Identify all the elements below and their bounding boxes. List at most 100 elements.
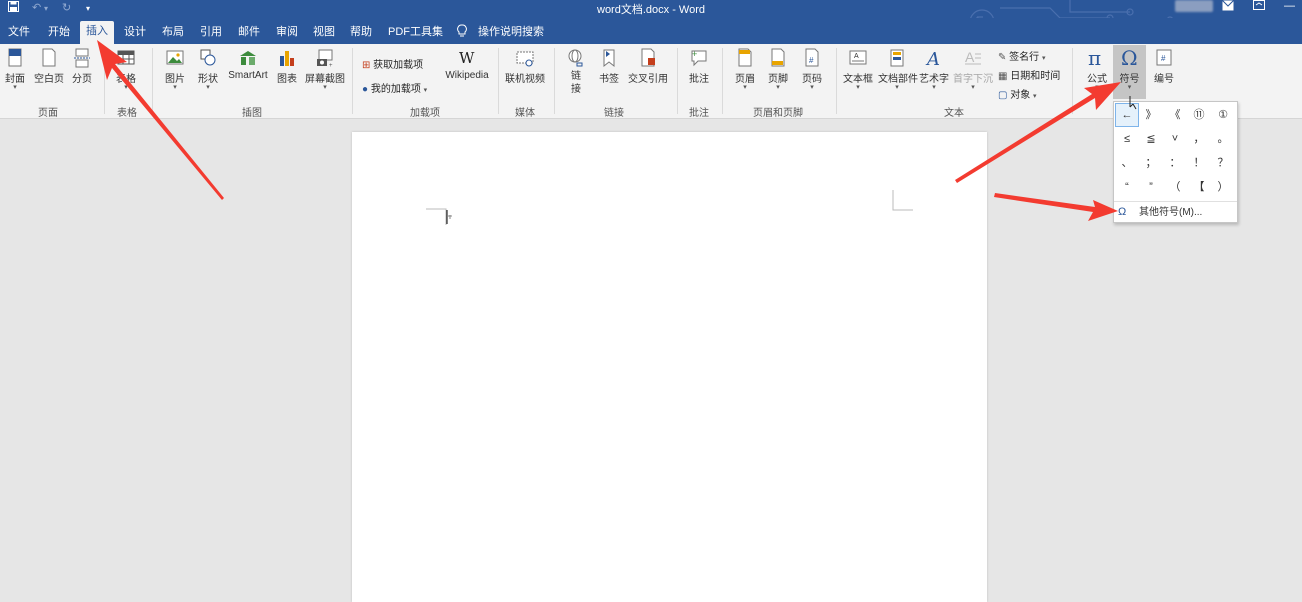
header-button[interactable]: 页眉 ▾ <box>733 48 757 91</box>
symbol-cell[interactable]: ） <box>1212 176 1234 198</box>
feedback-icon[interactable] <box>1222 0 1234 14</box>
document-page[interactable] <box>352 132 987 602</box>
separator <box>554 48 555 114</box>
tab-mailings[interactable]: 邮件 <box>238 22 260 44</box>
symbol-cell[interactable]: ⑪ <box>1188 104 1210 126</box>
separator <box>836 48 837 114</box>
group-label-header-footer: 页眉和页脚 <box>753 108 803 119</box>
tab-help[interactable]: 帮助 <box>350 22 372 44</box>
footer-button[interactable]: 页脚 ▾ <box>766 48 790 91</box>
symbol-cell[interactable]: 《 <box>1164 104 1186 126</box>
blank-page-button[interactable]: 空白页 <box>34 48 64 85</box>
my-addins-button[interactable]: ● 我的加载项 ▾ <box>362 80 427 95</box>
svg-text:A: A <box>925 49 940 68</box>
screenshot-button[interactable]: + 屏幕截图 ▾ <box>304 48 346 91</box>
svg-text:+: + <box>692 49 697 59</box>
symbol-cell[interactable]: 【 <box>1188 176 1210 198</box>
picture-icon <box>166 50 184 65</box>
online-video-button[interactable]: 联机视频 <box>505 48 545 85</box>
tab-view[interactable]: 视图 <box>313 22 335 44</box>
svg-text:π: π <box>1088 48 1101 68</box>
symbol-button[interactable]: Ω 符号 ▾ <box>1115 48 1144 91</box>
drop-cap-icon: A <box>965 49 981 65</box>
signature-line-button[interactable]: ✎ 签名行 ▾ <box>998 48 1045 63</box>
tab-home[interactable]: 开始 <box>48 22 70 44</box>
pi-icon: π <box>1088 48 1101 68</box>
page-number-button[interactable]: # 页码 ▾ <box>800 48 824 91</box>
symbol-cell[interactable]: ① <box>1212 104 1234 126</box>
textbox-button[interactable]: A 文本框 ▾ <box>843 48 873 91</box>
symbol-cell[interactable]: ˅ <box>1164 128 1186 150</box>
symbol-cell[interactable]: ≦ <box>1140 128 1162 150</box>
calendar-icon: ▦ <box>998 71 1008 82</box>
addins-icon: ● <box>362 84 369 95</box>
symbol-cell[interactable]: ！ <box>1188 152 1210 174</box>
symbol-cell[interactable]: “ <box>1116 176 1138 198</box>
svg-text:+: + <box>329 63 333 68</box>
comment-button[interactable]: + 批注 <box>686 48 712 85</box>
comment-icon: + <box>691 49 707 67</box>
get-addins-button[interactable]: ⊞ 获取加载项 <box>362 56 423 71</box>
symbol-cell[interactable]: ？ <box>1212 152 1234 174</box>
cross-reference-button[interactable]: 交叉引用 <box>628 48 668 85</box>
quick-parts-icon <box>890 49 904 67</box>
tab-design[interactable]: 设计 <box>124 22 146 44</box>
cover-page-button[interactable]: 封面 ▾ <box>4 48 26 91</box>
symbol-cell[interactable]: ” <box>1140 176 1162 198</box>
object-dropdown-icon: ▾ <box>1033 93 1037 100</box>
shapes-button[interactable]: 形状 ▾ <box>195 48 221 91</box>
table-icon <box>117 50 135 65</box>
tab-pdf-tools[interactable]: PDF工具集 <box>388 22 443 44</box>
bookmark-button[interactable]: 书签 <box>597 48 621 85</box>
tab-file[interactable]: 文件 <box>8 22 30 44</box>
tell-me-search[interactable]: 操作说明搜索 <box>478 22 544 44</box>
symbol-cell[interactable]: ； <box>1140 152 1162 174</box>
chart-button[interactable]: 图表 <box>275 48 299 85</box>
more-symbols-item[interactable]: Ω 其他符号(M)... <box>1114 201 1237 222</box>
separator <box>677 48 678 114</box>
tab-layout[interactable]: 布局 <box>162 22 184 44</box>
smartart-icon <box>240 51 256 65</box>
signature-dropdown-icon: ▾ <box>1041 55 1046 62</box>
svg-text:W: W <box>459 49 475 67</box>
ribbon-tabs: 文件 开始 插入 设计 布局 引用 邮件 审阅 视图 帮助 PDF工具集 操作说… <box>0 18 1302 44</box>
wordart-button[interactable]: A 艺术字 ▾ <box>919 48 949 91</box>
symbol-cell[interactable]: ≤ <box>1116 128 1138 150</box>
wikipedia-button[interactable]: W Wikipedia <box>444 48 490 81</box>
date-time-button[interactable]: ▦ 日期和时间 <box>998 67 1060 82</box>
bookmark-icon <box>603 49 615 68</box>
video-icon <box>516 51 534 67</box>
tab-references[interactable]: 引用 <box>200 22 222 44</box>
page-number-icon: # <box>805 48 819 67</box>
ribbon-display-options-icon[interactable] <box>1253 0 1265 14</box>
tab-review[interactable]: 审阅 <box>276 22 298 44</box>
object-button[interactable]: ▢ 对象 ▾ <box>998 86 1037 101</box>
minimize-icon[interactable]: — <box>1284 0 1295 12</box>
group-label-text: 文本 <box>944 108 964 119</box>
symbol-cell[interactable]: ， <box>1188 128 1210 150</box>
equation-button[interactable]: π 公式 ▾ <box>1083 48 1111 91</box>
tab-insert[interactable]: 插入 <box>80 21 114 44</box>
smartart-button[interactable]: SmartArt <box>226 48 270 81</box>
title-bar: ↶ ▾ ↻ ▾ word文档.docx - Word — <box>0 0 1302 44</box>
screenshot-icon: + <box>317 49 333 68</box>
symbol-cell[interactable]: 》 <box>1140 104 1162 126</box>
table-button[interactable]: 表格 ▾ <box>112 48 140 91</box>
header-icon <box>738 48 752 67</box>
symbol-cell[interactable]: 。 <box>1212 128 1234 150</box>
numbering-button[interactable]: # 编号 <box>1150 48 1178 85</box>
signature-icon: ✎ <box>998 52 1007 63</box>
quick-parts-button[interactable]: 文档部件 ▾ <box>878 48 918 91</box>
text-cursor <box>446 210 452 224</box>
symbol-cell[interactable]: （ <box>1164 176 1186 198</box>
account-avatar[interactable] <box>1175 0 1213 12</box>
link-button[interactable]: 链接 <box>564 48 588 96</box>
wordart-icon: A <box>925 49 940 68</box>
cross-reference-icon <box>641 48 655 67</box>
drop-cap-button[interactable]: A 首字下沉 ▾ <box>953 48 993 91</box>
symbol-cell[interactable]: ： <box>1164 152 1186 174</box>
picture-button[interactable]: 图片 ▾ <box>162 48 188 91</box>
group-label-comments: 批注 <box>689 108 709 119</box>
symbol-cell[interactable]: 、 <box>1116 152 1138 174</box>
page-break-button[interactable]: 分页 <box>71 48 93 85</box>
